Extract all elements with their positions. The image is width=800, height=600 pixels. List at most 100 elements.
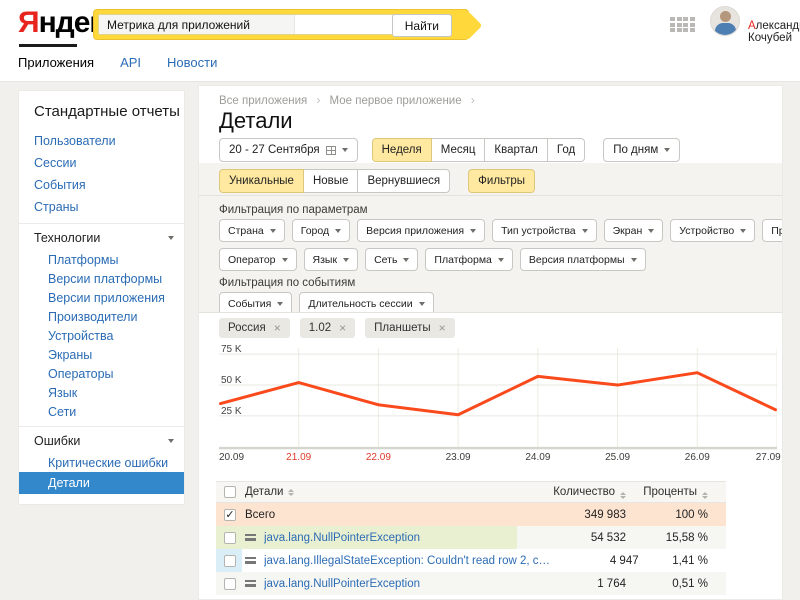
sidebar-sublink[interactable]: Версии приложения	[19, 288, 184, 307]
column-details[interactable]: Детали	[245, 486, 283, 498]
sidebar-group-errors: Ошибки Критические ошибкиДетали	[19, 426, 184, 494]
filter-dropdown[interactable]: Тип устройства	[492, 219, 597, 242]
sidebar-sublink[interactable]: Экраны	[19, 345, 184, 364]
filter-dropdown[interactable]: Производитель	[762, 219, 783, 242]
period-controls: 20 - 27 Сентября НеделяМесяцКварталГод П…	[219, 138, 680, 162]
y-axis-label: 75 K	[221, 344, 242, 355]
search-bar-arrow	[453, 10, 483, 40]
filter-dropdown[interactable]: Язык	[304, 248, 359, 271]
user-name[interactable]: Александр Кочубей	[748, 20, 800, 44]
filter-dropdown[interactable]: Экран	[604, 219, 664, 242]
y-axis-label: 25 K	[221, 406, 242, 417]
sidebar-sublink[interactable]: Платформы	[19, 250, 184, 269]
sidebar-link[interactable]: Пользователи	[19, 130, 184, 152]
date-range-button[interactable]: 20 - 27 Сентября	[219, 138, 358, 162]
sidebar-link[interactable]: Сессии	[19, 152, 184, 174]
sidebar-group-technologies-header[interactable]: Технологии	[19, 226, 184, 250]
exception-link[interactable]: java.lang.IllegalStateException: Couldn'…	[264, 555, 554, 567]
sort-icon[interactable]	[288, 489, 294, 496]
period-tab[interactable]: Год	[547, 138, 585, 162]
table-body: java.lang.NullPointerException54 53215,5…	[216, 526, 726, 600]
row-checkbox[interactable]	[224, 578, 236, 590]
sidebar-sublink[interactable]: Критические ошибки	[19, 453, 184, 472]
list-icon	[245, 580, 256, 587]
sidebar-sublink[interactable]: Производители	[19, 307, 184, 326]
breadcrumb-app[interactable]: Мое первое приложение	[330, 95, 462, 107]
metric-tab[interactable]: Уникальные	[219, 169, 304, 193]
table-row[interactable]: java.lang.IllegalStateException: Couldn'…	[216, 549, 726, 572]
filter-dropdown[interactable]: Версия платформы	[520, 248, 646, 271]
table-header-row: Детали Количество Проценты	[216, 481, 726, 503]
table-row[interactable]: java.lang.NullPointerException1 4470,41 …	[216, 595, 726, 600]
nav-apps[interactable]: Приложения	[18, 55, 94, 70]
granularity-dropdown[interactable]: По дням	[603, 138, 680, 162]
chevron-down-icon	[270, 229, 276, 233]
filter-dropdown[interactable]: Устройство	[670, 219, 755, 242]
chip-remove-icon[interactable]: ×	[339, 321, 346, 335]
filter-dropdown[interactable]: Сеть	[365, 248, 418, 271]
column-count[interactable]: Количество	[526, 486, 626, 499]
calendar-icon	[326, 146, 336, 155]
sidebar-sublink[interactable]: Операторы	[19, 364, 184, 383]
sidebar-sublink[interactable]: Устройства	[19, 326, 184, 345]
chevron-down-icon	[168, 439, 174, 443]
x-axis-tick: 22.09	[366, 452, 391, 463]
chip-remove-icon[interactable]: ×	[274, 321, 281, 335]
filters-panel: УникальныеНовыеВернувшиеся Фильтры Фильт…	[199, 163, 783, 313]
filter-dropdown[interactable]: Платформа	[425, 248, 512, 271]
filter-dropdown[interactable]: События	[219, 292, 292, 313]
details-table: Детали Количество Проценты ✓ Всего 349 9…	[216, 481, 726, 600]
chevron-down-icon	[498, 258, 504, 262]
table-row[interactable]: java.lang.NullPointerException1 7640,51 …	[216, 572, 726, 595]
chevron-down-icon	[470, 229, 476, 233]
top-nav: Приложения API Новости	[18, 55, 217, 70]
row-checkbox[interactable]: ✓	[224, 509, 236, 521]
search-button[interactable]: Найти	[392, 14, 452, 37]
sessions-chart: 75 K 50 K 25 K 20.0921.0922.0923.0924.09…	[219, 344, 777, 466]
row-checkbox[interactable]	[224, 532, 236, 544]
services-grid-icon[interactable]	[670, 17, 695, 32]
breadcrumb-all-apps[interactable]: Все приложения	[219, 95, 307, 107]
chip-remove-icon[interactable]: ×	[439, 321, 446, 335]
main-panel: Все приложения › Мое первое приложение ›…	[198, 85, 783, 600]
x-axis-tick: 21.09	[286, 452, 311, 463]
select-all-checkbox[interactable]	[224, 486, 236, 498]
sidebar-link[interactable]: События	[19, 174, 184, 196]
row-count: 54 532	[526, 532, 626, 544]
chevron-down-icon	[342, 148, 348, 152]
period-tab[interactable]: Квартал	[484, 138, 547, 162]
search-field-wrap	[98, 14, 398, 35]
filter-dropdown[interactable]: Город	[292, 219, 350, 242]
column-percent[interactable]: Проценты	[626, 486, 726, 499]
search-input[interactable]	[99, 15, 295, 34]
chevron-down-icon	[282, 258, 288, 262]
metric-tab[interactable]: Новые	[303, 169, 358, 193]
table-row-total[interactable]: ✓ Всего 349 983 100 %	[216, 503, 726, 526]
period-tab[interactable]: Неделя	[372, 138, 432, 162]
filters-toggle-button[interactable]: Фильтры	[468, 169, 535, 193]
sidebar-sublink[interactable]: Версии платформы	[19, 269, 184, 288]
period-tab[interactable]: Месяц	[431, 138, 486, 162]
row-name-cell: java.lang.NullPointerException	[216, 532, 526, 544]
exception-link[interactable]: java.lang.NullPointerException	[264, 578, 420, 590]
sidebar-sublink[interactable]: Сети	[19, 402, 184, 421]
filter-dropdown[interactable]: Страна	[219, 219, 285, 242]
avatar[interactable]	[710, 6, 740, 36]
sidebar-sublink[interactable]: Детали	[19, 472, 184, 494]
filter-chip: 1.02×	[300, 318, 355, 338]
sidebar-sublink[interactable]: Язык	[19, 383, 184, 402]
metric-tab[interactable]: Вернувшиеся	[357, 169, 450, 193]
row-percent: 1,41 %	[639, 555, 726, 567]
sidebar-link[interactable]: Страны	[19, 196, 184, 218]
filter-dropdown[interactable]: Длительность сессии	[299, 292, 433, 313]
sort-icon[interactable]	[702, 492, 708, 499]
row-checkbox[interactable]	[224, 555, 236, 567]
filter-dropdown[interactable]: Версия приложения	[357, 219, 485, 242]
exception-link[interactable]: java.lang.NullPointerException	[264, 532, 420, 544]
total-label: Всего	[245, 509, 275, 521]
nav-api[interactable]: API	[120, 55, 141, 70]
sidebar-group-errors-header[interactable]: Ошибки	[19, 429, 184, 453]
nav-news[interactable]: Новости	[167, 55, 217, 70]
table-row[interactable]: java.lang.NullPointerException54 53215,5…	[216, 526, 726, 549]
filter-dropdown[interactable]: Оператор	[219, 248, 297, 271]
